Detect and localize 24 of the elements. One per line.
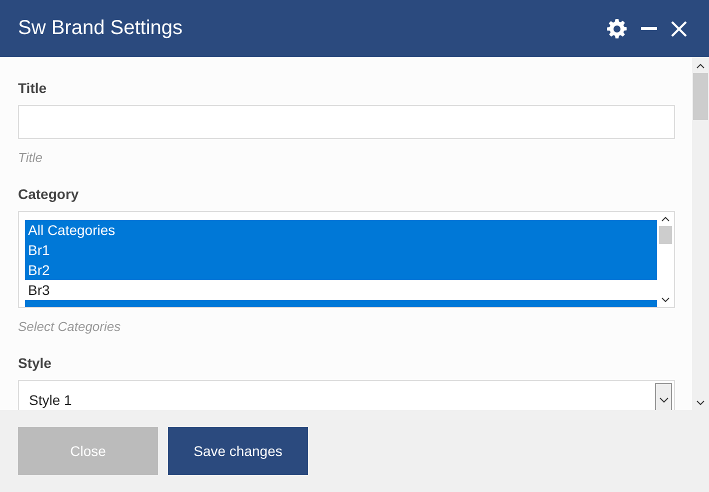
style-select[interactable]: Style 1 [18,380,675,410]
title-input-field[interactable] [18,105,675,139]
list-option[interactable]: Br3 [25,280,657,300]
scroll-down-icon[interactable] [696,400,705,406]
field-label: Style [18,355,52,371]
chevron-down-icon [658,397,668,403]
list-option[interactable]: All Categories [25,220,657,240]
list-option[interactable]: Br1 [25,240,657,260]
list-option[interactable]: Br2 [25,260,657,280]
scroll-down-icon[interactable] [661,297,670,303]
settings-icon[interactable] [607,18,627,38]
scroll-up-icon[interactable] [661,216,670,222]
save-button[interactable]: Save changes [168,427,308,475]
scroll-up-icon[interactable] [696,63,705,69]
minimize-icon[interactable] [641,26,657,30]
scrollbar-thumb[interactable] [693,73,708,120]
field-label: Title [18,80,48,96]
window-title: Sw Brand Settings [18,17,183,40]
scrollbar-thumb[interactable] [659,226,672,244]
help-text: Select Categories [18,319,122,334]
field-label: Category [18,186,80,202]
scrollbar[interactable] [692,57,709,410]
help-text: Title [18,150,44,165]
close-icon[interactable] [671,20,687,36]
